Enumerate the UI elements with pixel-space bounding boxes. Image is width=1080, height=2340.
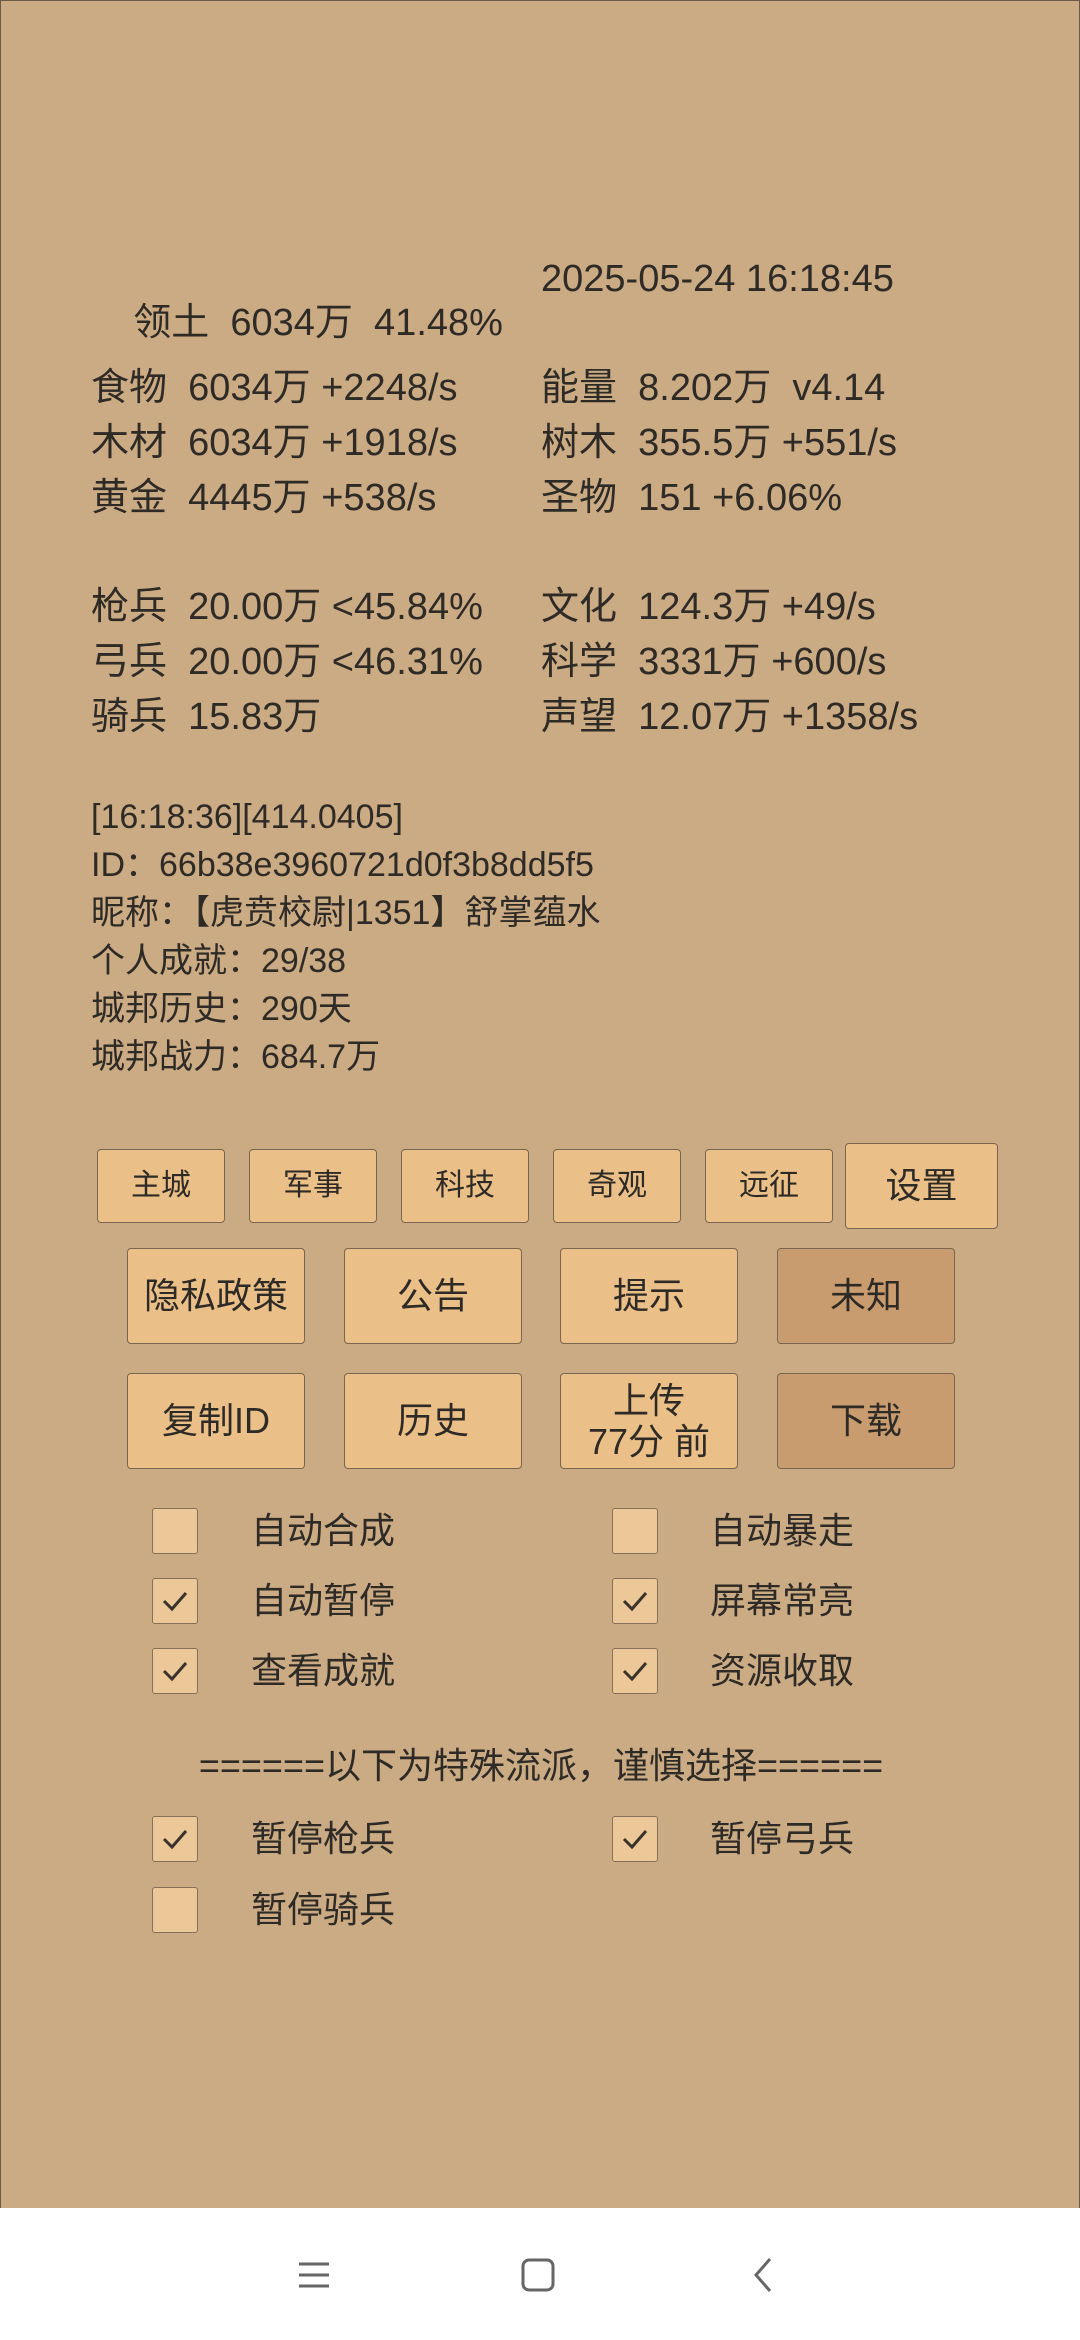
auto-compose-checkbox[interactable] xyxy=(152,1508,198,1554)
army-value: 20.00万 <45.84% xyxy=(188,586,483,628)
view-achievements-checkbox[interactable] xyxy=(152,1648,198,1694)
auto-pause-label: 自动暂停 xyxy=(251,1580,396,1621)
pause-spearmen-checkbox[interactable] xyxy=(152,1816,198,1862)
resource-value: 4445万 +538/s xyxy=(188,477,437,519)
stat-value: 12.07万 +1358/s xyxy=(638,696,919,738)
resource-value: 8.202万 v4.14 xyxy=(638,367,886,409)
stat-prestige: 声望 12.07万 +1358/s xyxy=(541,695,918,739)
resource-value: 6034万 +1918/s xyxy=(188,422,458,464)
history-button[interactable]: 历史 xyxy=(344,1373,522,1469)
privacy-policy-button[interactable]: 隐私政策 xyxy=(127,1248,305,1344)
city-power: 城邦战力：684.7万 xyxy=(91,1038,381,1076)
upload-label: 上传 xyxy=(612,1379,685,1421)
log-line: [16:18:36][414.0405] xyxy=(91,798,403,836)
resource-value: 151 +6.06% xyxy=(638,477,843,519)
resource-label: 能量 xyxy=(541,367,618,409)
resource-wood: 木材 6034万 +1918/s xyxy=(91,421,458,465)
tips-button[interactable]: 提示 xyxy=(560,1248,738,1344)
system-navbar xyxy=(0,2208,1080,2340)
tab-wonders[interactable]: 奇观 xyxy=(553,1149,681,1223)
resource-value: 355.5万 +551/s xyxy=(638,422,897,464)
army-archers: 弓兵 20.00万 <46.31% xyxy=(91,640,483,684)
check-icon xyxy=(622,1830,648,1850)
menu-icon[interactable] xyxy=(284,2246,344,2306)
stat-culture: 文化 124.3万 +49/s xyxy=(541,585,876,629)
upload-time: 77分 前 xyxy=(587,1421,711,1462)
game-panel: 领土 6034万 41.48% 2025-05-24 16:18:45 食物 6… xyxy=(0,0,1080,2209)
stat-value: 124.3万 +49/s xyxy=(638,586,876,628)
army-label: 枪兵 xyxy=(91,586,168,628)
army-value: 15.83万 xyxy=(188,696,322,738)
player-id: ID：66b38e3960721d0f3b8dd5f5 xyxy=(91,846,594,884)
tab-military[interactable]: 军事 xyxy=(249,1149,377,1223)
resource-collect-checkbox[interactable] xyxy=(612,1648,658,1694)
screen-on-label: 屏幕常亮 xyxy=(710,1580,855,1621)
datetime: 2025-05-24 16:18:45 xyxy=(541,258,894,300)
pause-archers-label: 暂停弓兵 xyxy=(710,1818,855,1859)
pause-cavalry-label: 暂停骑兵 xyxy=(251,1889,396,1930)
upload-button[interactable]: 上传 77分 前 xyxy=(560,1373,738,1469)
screen-on-checkbox[interactable] xyxy=(612,1578,658,1624)
army-label: 弓兵 xyxy=(91,641,168,683)
city-history: 城邦历史：290天 xyxy=(91,990,352,1028)
download-button[interactable]: 下载 xyxy=(777,1373,955,1469)
pause-spearmen-label: 暂停枪兵 xyxy=(251,1818,396,1859)
territory-value: 6034万 xyxy=(230,302,353,344)
tab-technology[interactable]: 科技 xyxy=(401,1149,529,1223)
auto-rampage-checkbox[interactable] xyxy=(612,1508,658,1554)
resource-label: 食物 xyxy=(91,367,168,409)
army-value: 20.00万 <46.31% xyxy=(188,641,483,683)
check-icon xyxy=(622,1662,648,1682)
resource-label: 木材 xyxy=(91,422,168,464)
resource-gold: 黄金 4445万 +538/s xyxy=(91,476,436,520)
copy-id-button[interactable]: 复制ID xyxy=(127,1373,305,1469)
resource-collect-label: 资源收取 xyxy=(710,1650,855,1691)
pause-cavalry-checkbox[interactable] xyxy=(152,1887,198,1933)
unknown-button[interactable]: 未知 xyxy=(777,1248,955,1344)
resource-label: 树木 xyxy=(541,422,618,464)
pause-archers-checkbox[interactable] xyxy=(612,1816,658,1862)
check-icon xyxy=(162,1830,188,1850)
check-icon xyxy=(622,1592,648,1612)
resource-value: 6034万 +2248/s xyxy=(188,367,458,409)
announcement-button[interactable]: 公告 xyxy=(344,1248,522,1344)
army-label: 骑兵 xyxy=(91,696,168,738)
stat-label: 文化 xyxy=(541,586,618,628)
achievements: 个人成就：29/38 xyxy=(91,942,347,980)
territory-pct: 41.48% xyxy=(374,302,503,344)
resource-food: 食物 6034万 +2248/s xyxy=(91,366,458,410)
stat-label: 声望 xyxy=(541,696,618,738)
auto-rampage-label: 自动暴走 xyxy=(710,1510,855,1551)
territory-label: 领土 xyxy=(133,302,210,344)
resource-trees: 树木 355.5万 +551/s xyxy=(541,421,897,465)
special-section-separator: ======以下为特殊流派，谨慎选择====== xyxy=(198,1745,884,1786)
stat-value: 3331万 +600/s xyxy=(638,641,887,683)
stat-label: 科学 xyxy=(541,641,618,683)
back-icon[interactable] xyxy=(736,2246,796,2306)
resource-relics: 圣物 151 +6.06% xyxy=(541,476,842,520)
army-spearmen: 枪兵 20.00万 <45.84% xyxy=(91,585,483,629)
check-icon xyxy=(162,1592,188,1612)
player-nickname: 昵称：【虎贲校尉|1351】舒掌蕴水 xyxy=(91,894,601,932)
stat-science: 科学 3331万 +600/s xyxy=(541,640,886,684)
tab-expedition[interactable]: 远征 xyxy=(705,1149,833,1223)
tab-main-city[interactable]: 主城 xyxy=(97,1149,225,1223)
view-achievements-label: 查看成就 xyxy=(251,1650,396,1691)
auto-compose-label: 自动合成 xyxy=(251,1510,396,1551)
resource-label: 黄金 xyxy=(91,477,168,519)
resource-label: 圣物 xyxy=(541,477,618,519)
home-icon[interactable] xyxy=(508,2246,568,2306)
auto-pause-checkbox[interactable] xyxy=(152,1578,198,1624)
tab-settings[interactable]: 设置 xyxy=(845,1143,998,1229)
check-icon xyxy=(162,1662,188,1682)
resource-energy: 能量 8.202万 v4.14 xyxy=(541,366,885,410)
army-cavalry: 骑兵 15.83万 xyxy=(91,695,321,739)
